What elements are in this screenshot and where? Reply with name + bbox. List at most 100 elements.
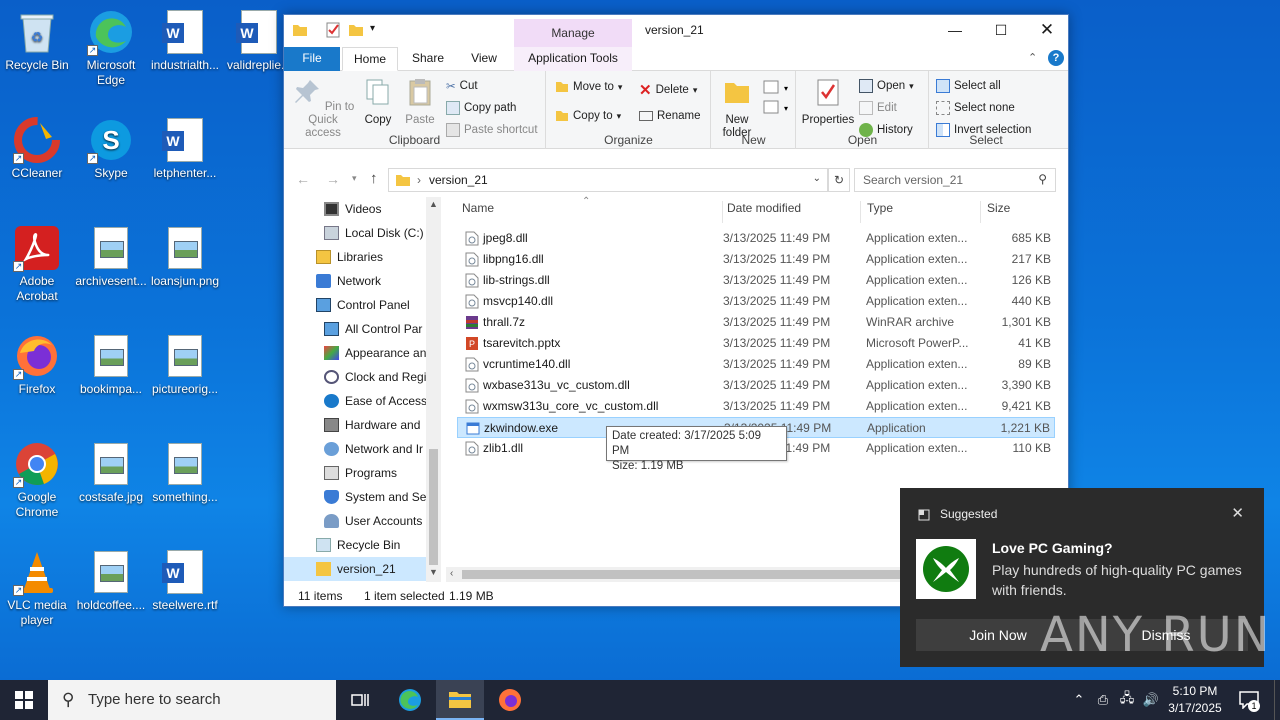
file-row[interactable]: Ptsarevitch.pptx 3/13/2025 11:49 PM Micros…	[457, 333, 1055, 354]
column-header-type[interactable]: Type	[860, 201, 893, 223]
nav-item-local-disk[interactable]: Local Disk (C:)	[324, 221, 424, 245]
tab-home[interactable]: Home	[342, 47, 398, 71]
forward-arrow-icon[interactable]: →	[326, 171, 340, 187]
nav-item-videos[interactable]: Videos	[324, 197, 381, 221]
file-row[interactable]: wxmsw313u_core_vc_custom.dll 3/13/2025 11…	[457, 396, 1055, 417]
edit-button[interactable]: Edit	[859, 101, 897, 115]
tab-view[interactable]: View	[460, 47, 508, 71]
scroll-left-icon[interactable]: ‹	[450, 568, 453, 579]
back-arrow-icon[interactable]: ←	[296, 171, 310, 187]
desktop-icon-edge[interactable]: ↗ Microsoft Edge	[74, 8, 148, 88]
rename-button[interactable]: Rename	[639, 110, 700, 122]
select-none-button[interactable]: Select none	[936, 101, 1015, 115]
address-bar[interactable]: › version_21 ⌄	[388, 168, 828, 192]
column-header-date[interactable]: Date modified	[722, 201, 801, 223]
column-header-name[interactable]: Name	[462, 201, 494, 223]
tray-device-icon[interactable]: ⎙	[1092, 680, 1114, 720]
refresh-icon[interactable]: ↻	[828, 168, 850, 192]
taskbar-search-input[interactable]: ⚲ Type here to search	[48, 680, 336, 720]
desktop-icon-acrobat[interactable]: ↗ Adobe Acrobat	[0, 224, 74, 304]
nav-item-network[interactable]: Network	[316, 269, 381, 293]
show-hidden-icons[interactable]: ⌃	[1068, 680, 1090, 720]
file-row[interactable]: thrall.7z 3/13/2025 11:49 PM WinRAR archiv…	[457, 312, 1055, 333]
select-all-button[interactable]: Select all	[936, 79, 1001, 93]
desktop-icon-firefox[interactable]: ↗ Firefox	[0, 332, 74, 397]
file-row[interactable]: libpng16.dll 3/13/2025 11:49 PM Applicatio…	[457, 249, 1055, 270]
desktop-icon-recycle-bin[interactable]: ♻ Recycle Bin	[0, 8, 74, 73]
nav-item-ease-of-access[interactable]: Ease of Access	[324, 389, 427, 413]
nav-item-programs[interactable]: Programs	[324, 461, 397, 485]
nav-scroll-thumb[interactable]	[429, 449, 438, 565]
desktop-icon-skype[interactable]: S ↗ Skype	[74, 116, 148, 181]
search-input[interactable]: Search version_21 ⚲	[854, 168, 1056, 192]
desktop-icon-industrialth[interactable]: industrialth...	[148, 8, 222, 73]
desktop-icon-chrome[interactable]: ↗ Google Chrome	[0, 440, 74, 520]
desktop-icon-letphenter[interactable]: letphenter...	[148, 116, 222, 181]
tray-network-icon[interactable]: 🖧	[1116, 680, 1138, 720]
nav-item-libraries[interactable]: Libraries	[316, 245, 383, 269]
pin-quick-access-button[interactable]: Pin to Quick access	[290, 77, 356, 140]
file-row[interactable]: wxbase313u_vc_custom.dll 3/13/2025 11:49 …	[457, 375, 1055, 396]
maximize-button[interactable]: ☐	[978, 15, 1024, 45]
nav-item-system-security[interactable]: System and Sec	[324, 485, 432, 509]
open-button[interactable]: Open ▾	[859, 79, 914, 93]
tab-share[interactable]: Share	[404, 47, 452, 71]
toast-close-icon[interactable]: ✕	[1231, 504, 1244, 522]
cut-button[interactable]: ✂ Cut	[446, 79, 478, 93]
tab-file[interactable]: File	[284, 47, 340, 71]
desktop-icon-holdcoffee[interactable]: holdcoffee....	[74, 548, 148, 613]
start-button[interactable]	[0, 680, 48, 720]
copy-button[interactable]: Copy	[358, 77, 398, 127]
taskbar-file-explorer[interactable]	[436, 680, 484, 720]
new-item-icons[interactable]: ▾▾	[762, 79, 790, 121]
taskbar-firefox[interactable]	[488, 680, 532, 720]
address-dropdown-icon[interactable]: ⌄	[813, 173, 821, 184]
file-row[interactable]: jpeg8.dll 3/13/2025 11:49 PM Application e…	[457, 228, 1055, 249]
minimize-button[interactable]: —	[932, 15, 978, 45]
recent-locations-icon[interactable]: ▾	[352, 173, 357, 184]
close-button[interactable]: ✕	[1024, 15, 1070, 45]
move-to-button[interactable]: Move to ▾	[555, 81, 622, 93]
nav-item-clock-region[interactable]: Clock and Regi	[324, 365, 426, 389]
tray-volume-icon[interactable]: 🔊	[1140, 680, 1162, 720]
file-row[interactable]: msvcp140.dll 3/13/2025 11:49 PM Applicatio…	[457, 291, 1055, 312]
manage-context-tab[interactable]: Manage	[514, 19, 632, 47]
action-center-button[interactable]: 1	[1234, 680, 1264, 720]
nav-scrollbar[interactable]: ▲ ▼	[426, 197, 441, 582]
properties-button[interactable]: Properties	[799, 77, 857, 127]
delete-button[interactable]: ✕ Delete ▾	[639, 81, 697, 99]
paste-button[interactable]: Paste	[400, 77, 440, 127]
scroll-down-icon[interactable]: ▼	[429, 567, 438, 577]
show-desktop-button[interactable]	[1274, 680, 1280, 720]
desktop-icon-steelwere[interactable]: steelwere.rtf	[148, 548, 222, 613]
file-row[interactable]: vcruntime140.dll 3/13/2025 11:49 PM Applic…	[457, 354, 1055, 375]
desktop-icon-ccleaner[interactable]: ↗ CCleaner	[0, 116, 74, 181]
collapse-ribbon-icon[interactable]: ⌃	[1028, 51, 1037, 64]
nav-item-all-control-panel[interactable]: All Control Par	[324, 317, 422, 341]
file-row[interactable]: lib-strings.dll 3/13/2025 11:49 PM Applica…	[457, 270, 1055, 291]
desktop-icon-costsafe[interactable]: costsafe.jpg	[74, 440, 148, 505]
nav-item-recycle-bin[interactable]: Recycle Bin	[316, 533, 400, 557]
task-view-button[interactable]	[338, 680, 382, 720]
desktop-icon-vlc[interactable]: ↗ VLC media player	[0, 548, 74, 628]
nav-item-network-internet[interactable]: Network and Ir	[324, 437, 423, 461]
nav-item-hardware[interactable]: Hardware and	[324, 413, 420, 437]
qa-dropdown-icon[interactable]: ▾	[370, 23, 375, 34]
copy-path-button[interactable]: Copy path	[446, 101, 516, 115]
taskbar-edge[interactable]	[388, 680, 432, 720]
new-folder-qa-icon[interactable]	[348, 23, 364, 37]
desktop-icon-loansjun[interactable]: loansjun.png	[148, 224, 222, 289]
scroll-up-icon[interactable]: ▲	[429, 199, 438, 209]
taskbar-clock[interactable]: 5:10 PM 3/17/2025	[1160, 683, 1230, 717]
nav-item-appearance[interactable]: Appearance an	[324, 341, 426, 365]
nav-item-user-accounts[interactable]: User Accounts	[324, 509, 422, 533]
up-arrow-icon[interactable]: ↑	[370, 170, 378, 187]
nav-item-version-21[interactable]: version_21	[284, 557, 426, 581]
desktop-icon-something[interactable]: something...	[148, 440, 222, 505]
desktop-icon-pictureorig[interactable]: pictureorig...	[148, 332, 222, 397]
new-folder-button[interactable]: New folder	[716, 77, 758, 140]
desktop-icon-archivesent[interactable]: archivesent...	[74, 224, 148, 289]
tab-application-tools[interactable]: Application Tools	[514, 47, 632, 71]
help-icon[interactable]: ?	[1048, 50, 1064, 66]
properties-qa-icon[interactable]	[326, 22, 340, 38]
